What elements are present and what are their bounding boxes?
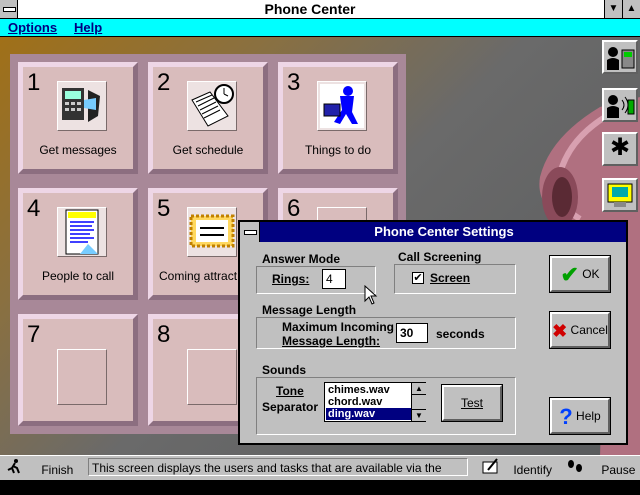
identify-button[interactable]: Identify bbox=[482, 458, 554, 478]
title-bar: Phone Center ▼ ▲ bbox=[0, 0, 640, 19]
tile-get-schedule[interactable]: 2 Get schedule bbox=[148, 62, 268, 174]
schedule-clock-icon bbox=[187, 81, 237, 131]
list-item[interactable]: chimes.wav bbox=[326, 384, 414, 396]
tile-number: 2 bbox=[157, 69, 171, 96]
call-screening-heading: Call Screening bbox=[398, 250, 482, 264]
dialog-system-menu-button[interactable] bbox=[240, 222, 260, 242]
ok-button[interactable]: ✔ OK bbox=[550, 256, 610, 292]
footprints-icon bbox=[566, 458, 588, 480]
tile-number: 1 bbox=[27, 69, 41, 96]
menu-options[interactable]: Options bbox=[8, 20, 57, 35]
phone-settings-button[interactable] bbox=[602, 178, 638, 212]
tile-things-to-do[interactable]: 3 Things to do bbox=[278, 62, 398, 174]
question-mark-icon: ? bbox=[559, 403, 573, 429]
identify-label: Identify bbox=[513, 463, 553, 477]
scroll-down-icon[interactable]: ▼ bbox=[412, 409, 426, 421]
phone-message-icon bbox=[57, 81, 107, 131]
empty-slot-icon bbox=[57, 349, 107, 405]
rings-input[interactable]: 4 bbox=[322, 269, 346, 289]
person-speaking-icon bbox=[607, 95, 635, 118]
user-speaker-button[interactable] bbox=[602, 88, 638, 122]
asterisk-icon: ✱ bbox=[609, 134, 631, 161]
running-figure-icon bbox=[6, 458, 24, 480]
cancel-label: Cancel bbox=[570, 323, 608, 337]
tile-label: Get messages bbox=[39, 143, 117, 157]
system-menu-button[interactable] bbox=[0, 0, 18, 18]
scroll-up-icon[interactable]: ▲ bbox=[412, 383, 426, 395]
app-title: Phone Center bbox=[264, 1, 356, 17]
maximize-button[interactable]: ▲ bbox=[622, 0, 640, 18]
mouse-pointer-icon bbox=[364, 285, 378, 305]
phone-computer-icon bbox=[607, 183, 633, 207]
tile-label: People to call bbox=[41, 269, 115, 283]
status-message: This screen displays the users and tasks… bbox=[88, 458, 468, 493]
user-phone-button[interactable] bbox=[602, 40, 638, 74]
list-item[interactable]: chord.wav bbox=[326, 396, 414, 408]
pause-label: Pause bbox=[601, 463, 636, 477]
max-incoming-label: Maximum Incoming bbox=[282, 320, 395, 334]
status-bar: Finish This screen displays the users an… bbox=[0, 455, 640, 493]
tile-label: Things to do bbox=[304, 143, 372, 157]
dialog-title-bar: Phone Center Settings bbox=[240, 222, 626, 242]
answer-mode-heading: Answer Mode bbox=[262, 252, 341, 266]
finish-label: Finish bbox=[41, 463, 74, 477]
list-item-selected[interactable]: ding.wav bbox=[326, 408, 414, 420]
message-length-heading: Message Length bbox=[262, 303, 357, 317]
tile-number: 8 bbox=[157, 321, 171, 348]
screen-checkbox[interactable]: ✔ bbox=[412, 272, 424, 284]
empty-slot-icon bbox=[187, 349, 237, 405]
separator-label: Separator bbox=[262, 400, 319, 414]
menu-bar: Options Help bbox=[0, 19, 640, 37]
pause-button[interactable]: Pause bbox=[566, 458, 636, 478]
screen-label: Screen bbox=[430, 271, 471, 285]
message-length-input[interactable]: 30 bbox=[396, 323, 428, 343]
tile-get-messages[interactable]: 1 Get messages bbox=[18, 62, 138, 174]
message-length-label: Message Length: bbox=[282, 334, 381, 348]
check-mark-icon: ✔ bbox=[560, 261, 579, 287]
seconds-label: seconds bbox=[436, 327, 485, 341]
call-back-list-icon bbox=[57, 207, 107, 257]
coming-soon-sign-icon bbox=[187, 207, 237, 257]
finish-button[interactable]: Finish bbox=[6, 458, 76, 478]
tile-number: 4 bbox=[27, 195, 41, 222]
tile-label: Get schedule bbox=[172, 143, 244, 157]
test-button[interactable]: Test bbox=[442, 385, 502, 421]
sounds-heading: Sounds bbox=[262, 363, 306, 377]
rings-label: Rings: bbox=[272, 272, 310, 286]
tile-people-to-call[interactable]: 4 People to call bbox=[18, 188, 138, 300]
person-phone-icon bbox=[607, 47, 635, 70]
check-mark-icon: ✔ bbox=[413, 272, 423, 284]
tone-label: Tone bbox=[276, 384, 304, 398]
tile-number: 5 bbox=[157, 195, 171, 222]
briefcase-person-icon bbox=[317, 81, 367, 131]
tile-number: 7 bbox=[27, 321, 41, 348]
settings-dialog: Phone Center Settings Answer Mode Rings:… bbox=[238, 220, 628, 445]
ok-label: OK bbox=[582, 267, 600, 281]
dialog-title: Phone Center Settings bbox=[374, 224, 514, 239]
x-mark-icon: ✖ bbox=[552, 320, 568, 341]
help-button[interactable]: ? Help bbox=[550, 398, 610, 434]
tone-separator-listbox[interactable]: chimes.wav chord.wav ding.wav ▲ ▼ bbox=[324, 382, 426, 422]
minimize-button[interactable]: ▼ bbox=[604, 0, 622, 18]
screen-button[interactable]: ✱ bbox=[602, 132, 638, 166]
tile-number: 6 bbox=[287, 195, 301, 222]
pen-paper-icon bbox=[482, 458, 502, 480]
listbox-scrollbar[interactable]: ▲ ▼ bbox=[411, 383, 426, 421]
tile-number: 3 bbox=[287, 69, 301, 96]
tile-7[interactable]: 7 bbox=[18, 314, 138, 426]
menu-help[interactable]: Help bbox=[74, 20, 102, 35]
help-label: Help bbox=[576, 409, 601, 423]
cancel-button[interactable]: ✖ Cancel bbox=[550, 312, 610, 348]
